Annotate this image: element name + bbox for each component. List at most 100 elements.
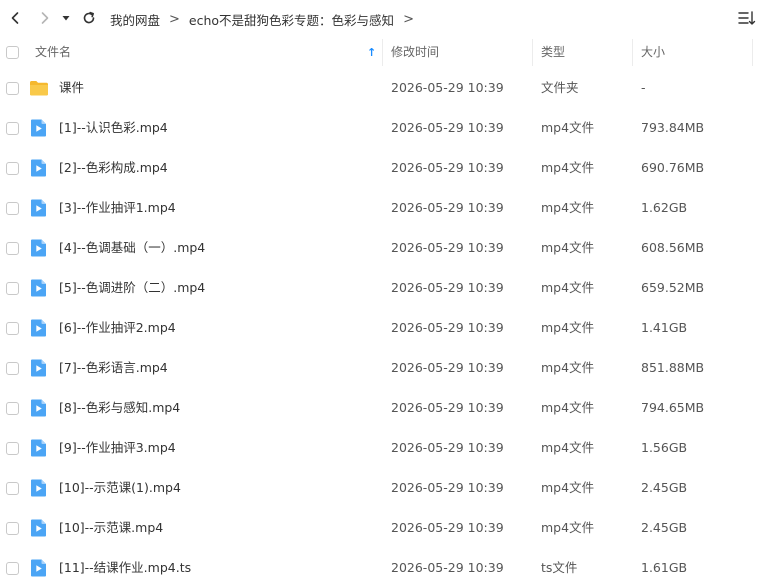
column-header-modified[interactable]: 修改时间 [391,37,439,68]
file-modified-time: 2026-05-29 10:39 [391,280,504,295]
file-size: 851.88MB [641,360,705,375]
sort-list-icon [738,11,756,25]
file-modified-time: 2026-05-29 10:39 [391,320,504,335]
file-size: 690.76MB [641,160,705,175]
history-dropdown-button[interactable] [57,6,75,30]
video-file-icon [29,158,49,178]
file-row[interactable]: [8]--色彩与感知.mp4 2026-05-29 10:39 mp4文件 79… [0,388,760,428]
video-file-icon [29,318,49,338]
file-size: 1.62GB [641,200,688,215]
file-name: [9]--作业抽评3.mp4 [59,440,176,455]
breadcrumb-item-root[interactable]: 我的网盘 [110,10,160,29]
row-checkbox[interactable] [6,162,19,175]
breadcrumb-separator[interactable]: > [403,12,414,27]
file-modified-time: 2026-05-29 10:39 [391,520,504,535]
sort-menu-button[interactable] [738,9,756,27]
file-type: mp4文件 [541,160,595,175]
file-row[interactable]: [6]--作业抽评2.mp4 2026-05-29 10:39 mp4文件 1.… [0,308,760,348]
file-name: [6]--作业抽评2.mp4 [59,320,176,335]
file-list-header: 文件名 ↑ 修改时间 类型 大小 [0,37,760,68]
video-file-icon [29,438,49,458]
file-type: mp4文件 [541,400,595,415]
file-row[interactable]: [7]--色彩语言.mp4 2026-05-29 10:39 mp4文件 851… [0,348,760,388]
refresh-button[interactable] [77,6,101,30]
refresh-icon [83,11,95,24]
file-type: mp4文件 [541,520,595,535]
forward-button[interactable] [33,6,57,30]
file-row[interactable]: [4]--色调基础（一）.mp4 2026-05-29 10:39 mp4文件 … [0,228,760,268]
video-file-icon [29,398,49,418]
file-row[interactable]: [2]--色彩构成.mp4 2026-05-29 10:39 mp4文件 690… [0,148,760,188]
file-name: [3]--作业抽评1.mp4 [59,200,176,215]
file-row[interactable]: [11]--结课作业.mp4.ts 2026-05-29 10:39 ts文件 … [0,548,760,588]
file-size: 793.84MB [641,120,705,135]
file-row[interactable]: [10]--示范课.mp4 2026-05-29 10:39 mp4文件 2.4… [0,508,760,548]
video-file-icon [29,478,49,498]
video-file-icon [29,198,49,218]
select-all-checkbox[interactable] [6,46,19,59]
file-type: mp4文件 [541,120,595,135]
column-header-type-label: 类型 [541,45,566,59]
file-modified-time: 2026-05-29 10:39 [391,120,504,135]
file-type: mp4文件 [541,360,595,375]
row-checkbox[interactable] [6,402,19,415]
file-row[interactable]: 课件 2026-05-29 10:39 文件夹 - [0,68,760,108]
breadcrumb-separator: > [169,12,180,27]
file-modified-time: 2026-05-29 10:39 [391,480,504,495]
video-file-icon [29,238,49,258]
file-name: [4]--色调基础（一）.mp4 [59,240,206,255]
sort-ascending-icon: ↑ [367,46,377,59]
file-size: 659.52MB [641,280,705,295]
folder-icon [29,78,49,98]
column-header-size[interactable]: 大小 [641,37,665,68]
file-size: 794.65MB [641,400,705,415]
chevron-left-icon [11,12,19,24]
file-modified-time: 2026-05-29 10:39 [391,200,504,215]
file-size: 2.45GB [641,480,688,495]
file-row[interactable]: [1]--认识色彩.mp4 2026-05-29 10:39 mp4文件 793… [0,108,760,148]
row-checkbox[interactable] [6,82,19,95]
chevron-right-icon [41,12,49,24]
row-checkbox[interactable] [6,482,19,495]
row-checkbox[interactable] [6,122,19,135]
file-type: mp4文件 [541,320,595,335]
file-name: [10]--示范课(1).mp4 [59,480,181,495]
column-header-name[interactable]: 文件名 ↑ [35,37,380,68]
column-divider[interactable] [632,39,633,66]
column-divider[interactable] [532,39,533,66]
column-header-name-label: 文件名 [35,45,72,59]
row-checkbox[interactable] [6,282,19,295]
column-divider[interactable] [752,39,753,66]
file-row[interactable]: [10]--示范课(1).mp4 2026-05-29 10:39 mp4文件 … [0,468,760,508]
file-type: mp4文件 [541,440,595,455]
file-row[interactable]: [5]--色调进阶（二）.mp4 2026-05-29 10:39 mp4文件 … [0,268,760,308]
back-button[interactable] [3,6,27,30]
row-checkbox[interactable] [6,202,19,215]
file-type: ts文件 [541,560,578,575]
column-divider[interactable] [382,39,383,66]
file-row[interactable]: [9]--作业抽评3.mp4 2026-05-29 10:39 mp4文件 1.… [0,428,760,468]
row-checkbox[interactable] [6,562,19,575]
row-checkbox[interactable] [6,522,19,535]
file-modified-time: 2026-05-29 10:39 [391,160,504,175]
file-name: [10]--示范课.mp4 [59,520,164,535]
row-checkbox[interactable] [6,362,19,375]
file-name: [8]--色彩与感知.mp4 [59,400,181,415]
row-checkbox[interactable] [6,322,19,335]
file-modified-time: 2026-05-29 10:39 [391,360,504,375]
row-checkbox[interactable] [6,442,19,455]
column-header-modified-label: 修改时间 [391,45,440,59]
row-checkbox[interactable] [6,242,19,255]
video-file-icon [29,358,49,378]
caret-down-icon [62,16,70,21]
file-modified-time: 2026-05-29 10:39 [391,560,504,575]
file-size: 1.41GB [641,320,688,335]
file-row[interactable]: [3]--作业抽评1.mp4 2026-05-29 10:39 mp4文件 1.… [0,188,760,228]
file-name: [7]--色彩语言.mp4 [59,360,168,375]
file-size: 1.56GB [641,440,688,455]
breadcrumb-item-current-folder[interactable]: echo不是甜狗色彩专题：色彩与感知 [189,10,394,29]
video-file-icon [29,518,49,538]
file-type: mp4文件 [541,200,595,215]
toolbar: 我的网盘 > echo不是甜狗色彩专题：色彩与感知 > [0,0,760,37]
column-header-type[interactable]: 类型 [541,37,565,68]
